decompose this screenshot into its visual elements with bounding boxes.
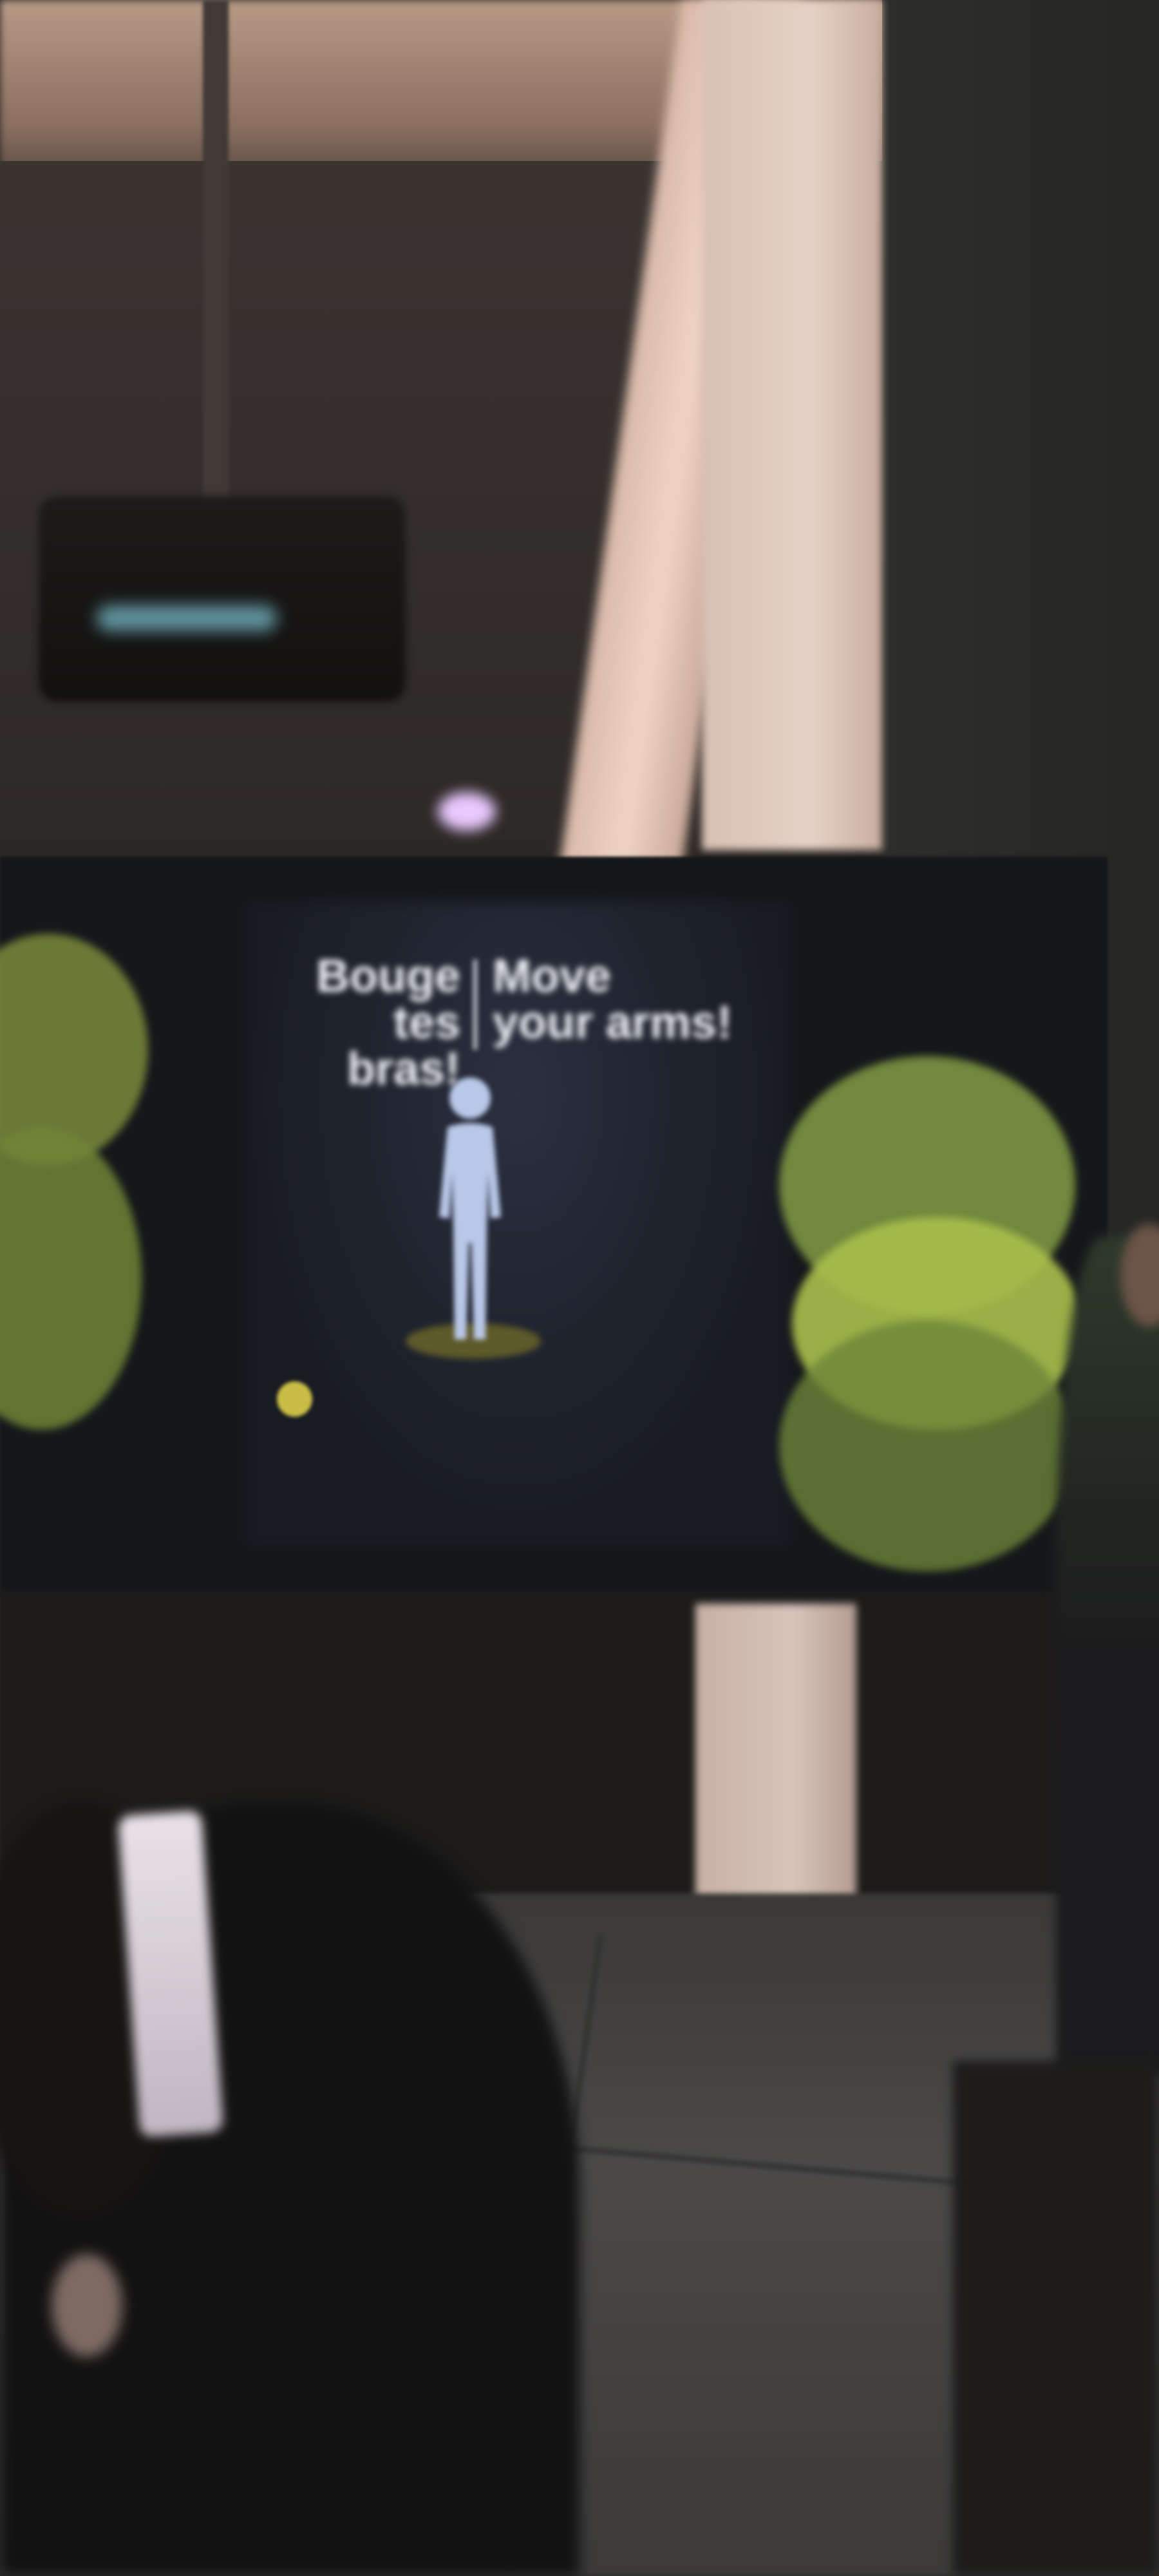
yellow-dot-icon xyxy=(277,1381,312,1417)
support-column xyxy=(702,0,882,850)
sensor-lamp-glow xyxy=(438,792,496,831)
person-right xyxy=(1056,1236,1159,2074)
person-ear xyxy=(52,2254,122,2357)
title-divider xyxy=(473,960,477,1050)
screen-title-english: Move your arms! xyxy=(493,951,733,1048)
green-circle-right-bottom xyxy=(779,1320,1075,1571)
person-silhouette-icon xyxy=(439,1077,501,1340)
projector-indicator-light xyxy=(97,605,277,631)
person-right-foreground xyxy=(953,2061,1159,2576)
projector-mount-pole xyxy=(203,0,229,535)
projector xyxy=(39,496,406,702)
